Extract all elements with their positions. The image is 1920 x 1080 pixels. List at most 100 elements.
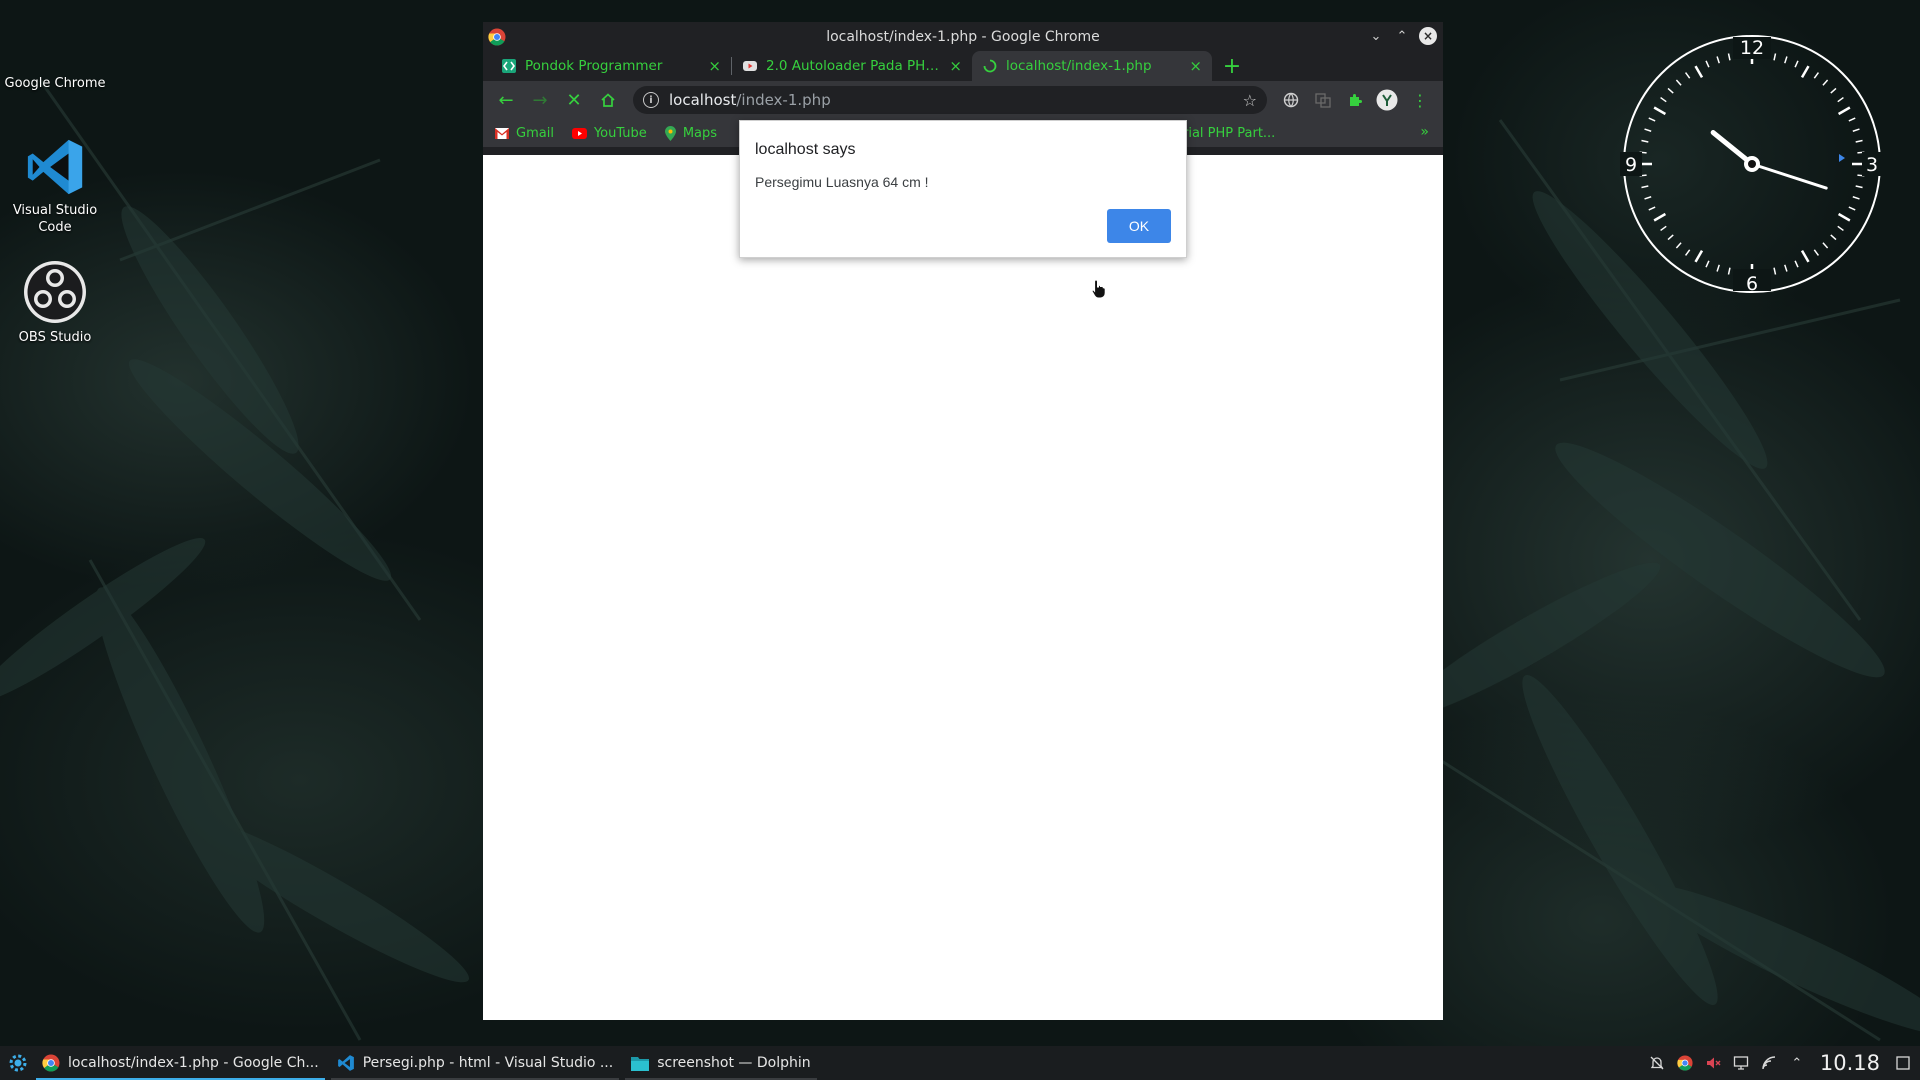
bookmarks-overflow-button[interactable]: » <box>1420 124 1429 140</box>
system-tray: ⌃ 10.18 <box>1648 1046 1920 1080</box>
clock-tick <box>1684 249 1691 256</box>
task-vscode[interactable]: Persegi.php - html - Visual Studio ... <box>330 1046 620 1080</box>
desktop-icon-google-chrome[interactable]: Google Chrome <box>0 75 110 92</box>
clock-numeral-6: 6 <box>1746 273 1758 295</box>
tab-autoloader[interactable]: 2.0 Autoloader Pada PHP on × <box>732 51 972 81</box>
loading-spinner-icon <box>982 58 998 74</box>
analog-clock-widget[interactable]: 12 3 6 9 <box>1620 32 1884 296</box>
tab-localhost-index[interactable]: localhost/index-1.php × <box>972 51 1212 81</box>
clock-tick <box>1773 53 1777 61</box>
clock-tick <box>1784 56 1788 64</box>
youtube-icon <box>571 127 587 139</box>
clock-tick <box>1800 249 1810 263</box>
clock-tick <box>1800 65 1810 79</box>
url-path: /index-1.php <box>736 91 831 109</box>
clock-tick <box>1660 96 1667 103</box>
extensions-puzzle-icon[interactable] <box>1341 86 1369 114</box>
chrome-tray-icon[interactable] <box>1676 1054 1694 1072</box>
tab-close-icon[interactable]: × <box>1189 57 1202 75</box>
clock-tick <box>1716 56 1720 64</box>
clock-tick <box>1794 60 1799 68</box>
network-wifi-icon[interactable] <box>1760 1054 1778 1072</box>
clock-center-inner <box>1748 160 1756 168</box>
pondok-favicon-icon <box>501 58 517 74</box>
clock-tick <box>1794 260 1799 268</box>
clock-tick <box>1705 260 1710 268</box>
clock-tick <box>1660 225 1667 232</box>
notifications-muted-icon[interactable] <box>1648 1054 1666 1072</box>
tab-pondok-programmer[interactable]: Pondok Programmer × <box>491 51 731 81</box>
application-launcher-button[interactable] <box>0 1046 36 1080</box>
clock-tick <box>1848 117 1856 122</box>
clock-tick <box>1644 196 1652 200</box>
maximize-icon[interactable]: ⌃ <box>1393 27 1411 45</box>
taskbar: localhost/index-1.php - Google Ch... Per… <box>0 1046 1920 1080</box>
close-window-icon[interactable]: × <box>1419 27 1437 45</box>
window-title: localhost/index-1.php - Google Chrome <box>826 28 1100 45</box>
clock-tick <box>1855 185 1863 189</box>
tab-close-icon[interactable]: × <box>949 57 962 75</box>
clock-tick <box>1822 242 1829 249</box>
back-arrow-icon[interactable]: ← <box>491 85 521 115</box>
clock-tick <box>1855 139 1863 143</box>
clock-numeral-3: 3 <box>1866 154 1878 176</box>
clock-tick <box>1852 128 1860 132</box>
clock-tick <box>1727 267 1731 275</box>
bookmark-gmail[interactable]: Gmail <box>495 126 554 141</box>
bookmark-tutorial-php[interactable]: rial PHP Part... <box>1183 126 1275 141</box>
translate-extension-icon[interactable] <box>1309 86 1337 114</box>
taskbar-clock[interactable]: 10.18 <box>1820 1051 1880 1075</box>
page-content <box>483 155 1443 1020</box>
clock-tick <box>1641 185 1649 189</box>
site-info-icon[interactable]: i <box>643 92 659 108</box>
stop-loading-icon[interactable]: ✕ <box>559 85 589 115</box>
show-desktop-icon[interactable] <box>1894 1054 1912 1072</box>
display-icon[interactable] <box>1732 1054 1750 1072</box>
bookmark-star-icon[interactable]: ☆ <box>1243 91 1257 110</box>
new-tab-button[interactable]: + <box>1218 52 1246 80</box>
clock-tick <box>1648 117 1656 122</box>
bookmark-maps[interactable]: Maps <box>664 125 718 141</box>
address-url: localhost/index-1.php <box>669 91 1243 109</box>
clock-tick <box>1773 267 1777 275</box>
clock-tick <box>1675 79 1682 86</box>
url-host: localhost <box>669 91 737 109</box>
alert-ok-button[interactable]: OK <box>1107 209 1171 243</box>
clock-tick <box>1716 264 1720 272</box>
obs-icon <box>24 261 86 323</box>
desktop-icon-obs-studio[interactable]: OBS Studio <box>0 259 110 346</box>
clock-tick <box>1830 87 1837 94</box>
window-titlebar[interactable]: localhost/index-1.php - Google Chrome ⌄ … <box>483 22 1443 51</box>
clock-tick <box>1667 234 1674 241</box>
task-dolphin[interactable]: screenshot — Dolphin <box>625 1046 818 1080</box>
tab-close-icon[interactable]: × <box>708 57 721 75</box>
home-icon[interactable] <box>593 85 623 115</box>
desktop-icon-vscode[interactable]: Visual Studio Code <box>0 136 110 236</box>
clock-numeral-12: 12 <box>1740 37 1764 59</box>
minimize-icon[interactable]: ⌄ <box>1367 27 1385 45</box>
clock-tick <box>1675 242 1682 249</box>
clock-tick <box>1837 96 1844 103</box>
launcher-gear-icon <box>9 1054 27 1072</box>
address-bar[interactable]: i localhost/index-1.php ☆ <box>633 86 1267 114</box>
menu-kebab-icon[interactable]: ⋮ <box>1405 85 1435 115</box>
desktop-icon-label: Google Chrome <box>4 76 106 91</box>
clock-tick <box>1822 79 1829 86</box>
alert-dialog: localhost says Persegimu Luasnya 64 cm !… <box>739 120 1187 258</box>
globe-extension-icon[interactable] <box>1277 86 1305 114</box>
tab-label: 2.0 Autoloader Pada PHP on <box>766 58 944 74</box>
bookmark-label: Maps <box>682 125 718 141</box>
clock-tick <box>1653 106 1667 116</box>
browser-toolbar: ← → ✕ i localhost/index-1.php ☆ ⋮ <box>483 81 1443 119</box>
clock-tick <box>1830 234 1837 241</box>
profile-avatar[interactable] <box>1373 86 1401 114</box>
maps-pin-icon <box>664 125 676 141</box>
volume-muted-icon[interactable] <box>1704 1054 1722 1072</box>
clock-tick <box>1694 249 1704 263</box>
clock-tick <box>1684 72 1691 79</box>
clock-tick <box>1641 139 1649 143</box>
tray-expand-icon[interactable]: ⌃ <box>1788 1054 1806 1072</box>
forward-arrow-icon[interactable]: → <box>525 85 555 115</box>
bookmark-youtube[interactable]: YouTube <box>571 126 647 141</box>
task-chrome[interactable]: localhost/index-1.php - Google Ch... <box>36 1046 325 1080</box>
